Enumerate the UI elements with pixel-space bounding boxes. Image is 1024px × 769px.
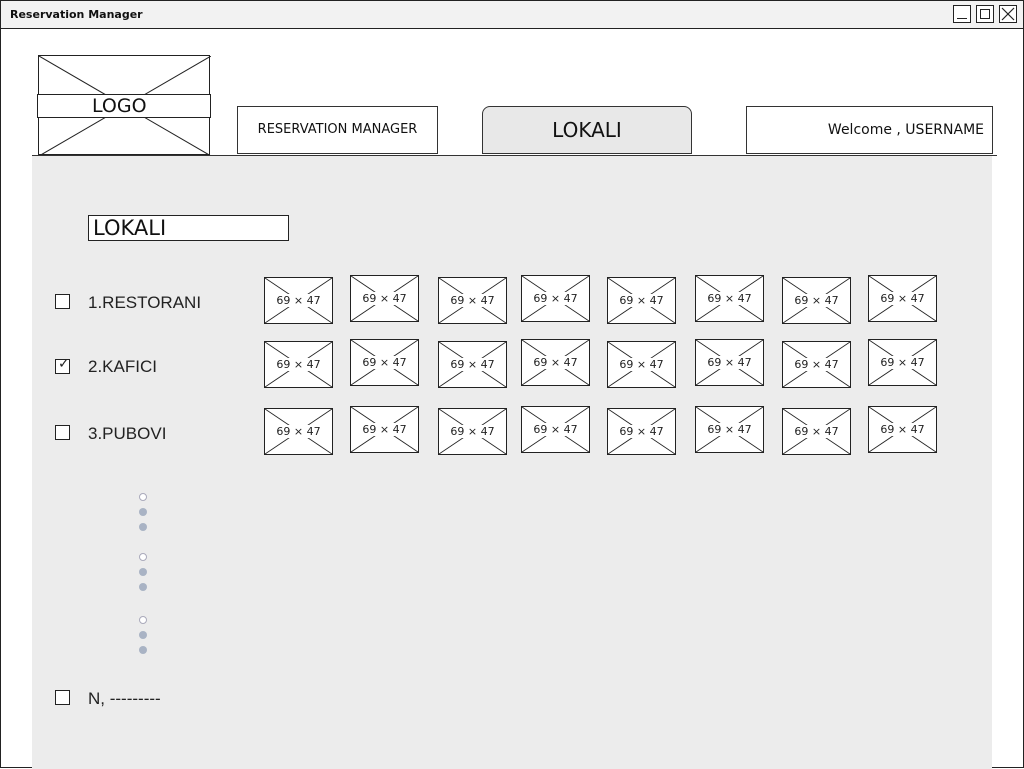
nth-category-checkbox[interactable] xyxy=(55,690,70,705)
thumbnail-size-label: 69 × 47 xyxy=(879,423,926,436)
pubovi-venue-thumbnail[interactable]: 69 × 47 xyxy=(782,408,851,455)
pubovi-venue-thumbnail[interactable]: 69 × 47 xyxy=(521,406,590,453)
restorani-checkbox[interactable] xyxy=(55,294,70,309)
app-title-box: RESERVATION MANAGER xyxy=(237,106,438,154)
restorani-venue-thumbnail[interactable]: 69 × 47 xyxy=(782,277,851,324)
more-indicator-3 xyxy=(139,616,149,661)
kafici-venue-thumbnail[interactable]: 69 × 47 xyxy=(607,341,676,388)
thumbnail-size-label: 69 × 47 xyxy=(449,358,496,371)
thumbnail-size-label: 69 × 47 xyxy=(449,425,496,438)
pubovi-venue-thumbnail[interactable]: 69 × 47 xyxy=(438,408,507,455)
pubovi-checkbox[interactable] xyxy=(55,425,70,440)
kafici-checkbox[interactable] xyxy=(55,356,70,374)
thumbnail-size-label: 69 × 47 xyxy=(361,356,408,369)
header: LOGO RESERVATION MANAGER LOKALI Welcome … xyxy=(32,33,993,156)
thumbnail-size-label: 69 × 47 xyxy=(879,292,926,305)
restorani-venue-thumbnail[interactable]: 69 × 47 xyxy=(521,275,590,322)
thumbnail-size-label: 69 × 47 xyxy=(793,294,840,307)
thumbnail-size-label: 69 × 47 xyxy=(879,356,926,369)
dot xyxy=(139,631,147,639)
tab-lokali[interactable]: LOKALI xyxy=(482,106,692,154)
pubovi-venue-thumbnail[interactable]: 69 × 47 xyxy=(607,408,676,455)
restorani-venue-thumbnail[interactable]: 69 × 47 xyxy=(695,275,764,322)
more-indicator-2 xyxy=(139,553,149,598)
kafici-venue-thumbnail[interactable]: 69 × 47 xyxy=(695,339,764,386)
dot xyxy=(139,568,147,576)
kafici-label: 2.KAFICI xyxy=(88,357,157,376)
kafici-venue-thumbnail[interactable]: 69 × 47 xyxy=(264,341,333,388)
pubovi-venue-thumbnail[interactable]: 69 × 47 xyxy=(264,408,333,455)
kafici-venue-thumbnail[interactable]: 69 × 47 xyxy=(350,339,419,386)
kafici-venue-thumbnail[interactable]: 69 × 47 xyxy=(438,341,507,388)
thumbnail-size-label: 69 × 47 xyxy=(275,425,322,438)
thumbnail-size-label: 69 × 47 xyxy=(449,294,496,307)
thumbnail-size-label: 69 × 47 xyxy=(618,425,665,438)
pubovi-venue-thumbnail[interactable]: 69 × 47 xyxy=(695,406,764,453)
app-window: Reservation Manager LOGO RESERVATION MAN… xyxy=(0,0,1024,769)
thumbnail-size-label: 69 × 47 xyxy=(793,358,840,371)
thumbnail-size-label: 69 × 47 xyxy=(618,294,665,307)
thumbnail-size-label: 69 × 47 xyxy=(532,356,579,369)
logo-text: LOGO xyxy=(37,94,211,118)
main-content: LOGO RESERVATION MANAGER LOKALI Welcome … xyxy=(32,33,997,769)
restorani-venue-thumbnail[interactable]: 69 × 47 xyxy=(264,277,333,324)
pubovi-label: 3.PUBOVI xyxy=(88,424,167,443)
header-divider xyxy=(32,155,997,156)
title-bar: Reservation Manager xyxy=(1,1,1023,29)
thumbnail-size-label: 69 × 47 xyxy=(618,358,665,371)
close-icon xyxy=(1001,7,1015,21)
dot xyxy=(139,523,147,531)
kafici-venue-thumbnail[interactable]: 69 × 47 xyxy=(868,339,937,386)
restorani-venue-thumbnail[interactable]: 69 × 47 xyxy=(438,277,507,324)
thumbnail-size-label: 69 × 47 xyxy=(361,292,408,305)
dot xyxy=(139,616,147,624)
window-title: Reservation Manager xyxy=(10,8,143,21)
thumbnail-size-label: 69 × 47 xyxy=(532,292,579,305)
restorani-venue-thumbnail[interactable]: 69 × 47 xyxy=(350,275,419,322)
thumbnail-size-label: 69 × 47 xyxy=(532,423,579,436)
close-button[interactable] xyxy=(999,5,1017,23)
more-indicator-1 xyxy=(139,493,149,538)
thumbnail-size-label: 69 × 47 xyxy=(275,294,322,307)
restorani-venue-thumbnail[interactable]: 69 × 47 xyxy=(868,275,937,322)
thumbnail-size-label: 69 × 47 xyxy=(706,356,753,369)
dot xyxy=(139,508,147,516)
dot xyxy=(139,553,147,561)
section-title: LOKALI xyxy=(88,215,289,241)
maximize-button[interactable] xyxy=(976,5,994,23)
dot xyxy=(139,646,147,654)
pubovi-venue-thumbnail[interactable]: 69 × 47 xyxy=(350,406,419,453)
thumbnail-size-label: 69 × 47 xyxy=(361,423,408,436)
restorani-label: 1.RESTORANI xyxy=(88,293,202,312)
pubovi-venue-thumbnail[interactable]: 69 × 47 xyxy=(868,406,937,453)
welcome-box: Welcome , USERNAME xyxy=(746,106,993,154)
thumbnail-size-label: 69 × 47 xyxy=(275,358,322,371)
nth-category-label: N, --------- xyxy=(88,689,161,708)
thumbnail-size-label: 69 × 47 xyxy=(706,423,753,436)
kafici-venue-thumbnail[interactable]: 69 × 47 xyxy=(782,341,851,388)
logo-placeholder: LOGO xyxy=(37,55,211,156)
kafici-venue-thumbnail[interactable]: 69 × 47 xyxy=(521,339,590,386)
minimize-button[interactable] xyxy=(953,5,971,23)
thumbnail-size-label: 69 × 47 xyxy=(793,425,840,438)
dot xyxy=(139,583,147,591)
restorani-venue-thumbnail[interactable]: 69 × 47 xyxy=(607,277,676,324)
thumbnail-size-label: 69 × 47 xyxy=(706,292,753,305)
dot xyxy=(139,493,147,501)
